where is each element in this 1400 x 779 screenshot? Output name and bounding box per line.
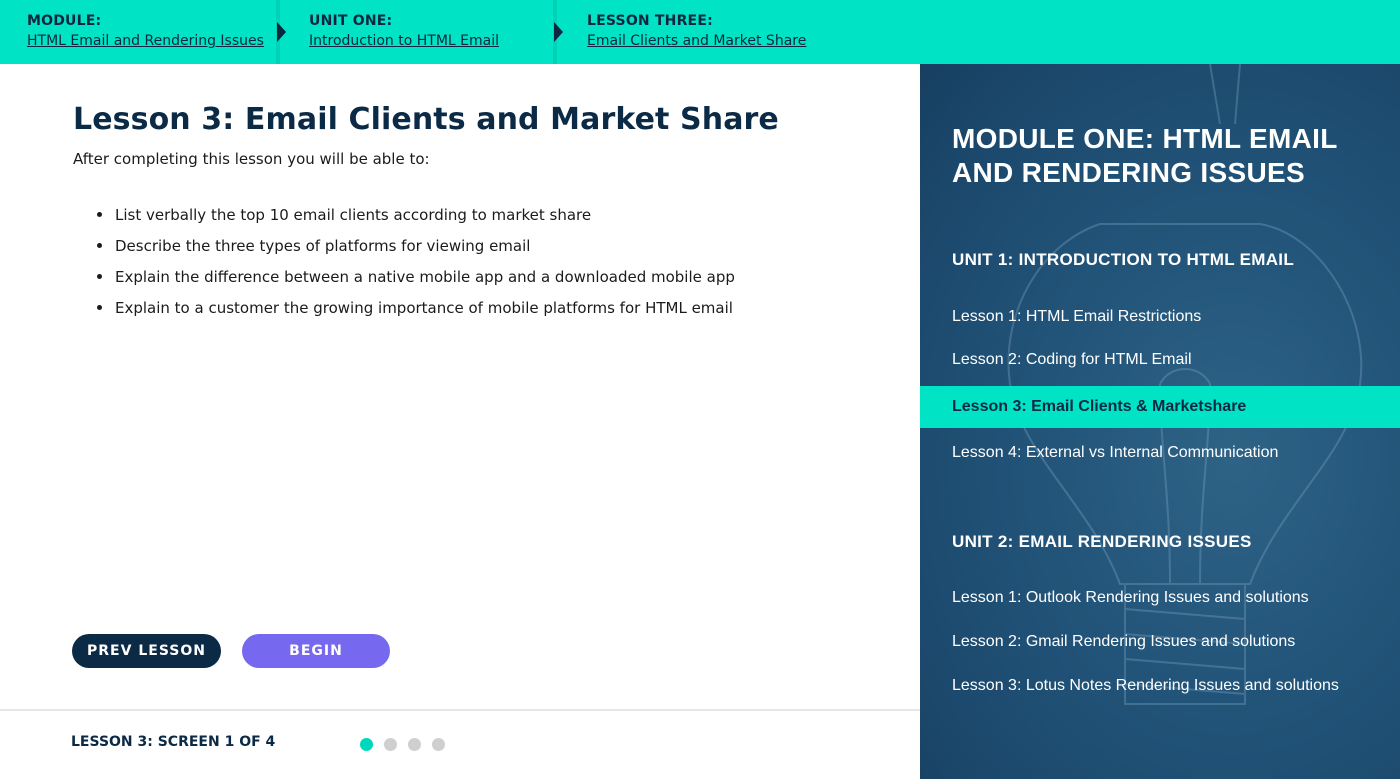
bullet-icon bbox=[97, 212, 102, 217]
screen-counter: LESSON 3: SCREEN 1 OF 4 bbox=[71, 734, 276, 750]
bullet-icon bbox=[97, 305, 102, 310]
bullet-icon bbox=[97, 243, 102, 248]
prev-lesson-button[interactable]: PREV LESSON bbox=[72, 634, 221, 668]
breadcrumb-unit: UNIT ONE: Introduction to HTML Email bbox=[309, 0, 499, 64]
module-title: MODULE ONE: HTML EMAIL AND RENDERING ISS… bbox=[952, 123, 1338, 188]
sidebar-item-unit2-lesson1[interactable]: Lesson 1: Outlook Rendering Issues and s… bbox=[920, 577, 1400, 619]
unit-1-heading: UNIT 1: INTRODUCTION TO HTML EMAIL bbox=[952, 250, 1294, 269]
breadcrumb-module: MODULE: HTML Email and Rendering Issues bbox=[27, 0, 264, 64]
list-item: Explain to a customer the growing import… bbox=[97, 299, 735, 330]
unit-2-heading: UNIT 2: EMAIL RENDERING ISSUES bbox=[952, 532, 1252, 551]
breadcrumb-lesson-link[interactable]: Email Clients and Market Share bbox=[587, 33, 806, 49]
objective-text: Explain the difference between a native … bbox=[115, 268, 735, 286]
breadcrumb-module-kicker: MODULE: bbox=[27, 13, 102, 29]
sidebar-item-unit1-lesson4[interactable]: Lesson 4: External vs Internal Communica… bbox=[920, 432, 1400, 474]
footer-divider bbox=[0, 709, 920, 711]
breadcrumb-separator bbox=[553, 0, 563, 64]
chevron-right-icon bbox=[554, 22, 563, 42]
sidebar-item-unit1-lesson2[interactable]: Lesson 2: Coding for HTML Email bbox=[920, 339, 1400, 381]
pagination-dot-1[interactable] bbox=[360, 738, 373, 751]
sidebar-item-unit1-lesson3[interactable]: Lesson 3: Email Clients & Marketshare bbox=[920, 386, 1400, 428]
breadcrumb-separator bbox=[276, 0, 286, 64]
pagination-dot-2[interactable] bbox=[384, 738, 397, 751]
breadcrumb-lesson: LESSON THREE: Email Clients and Market S… bbox=[587, 0, 806, 64]
lesson-content: Lesson 3: Email Clients and Market Share… bbox=[0, 64, 920, 779]
sidebar-item-unit2-lesson2[interactable]: Lesson 2: Gmail Rendering Issues and sol… bbox=[920, 621, 1400, 663]
objectives-list: List verbally the top 10 email clients a… bbox=[97, 206, 735, 330]
module-sidebar: MODULE ONE: HTML EMAIL AND RENDERING ISS… bbox=[920, 64, 1400, 779]
begin-button[interactable]: BEGIN bbox=[242, 634, 390, 668]
list-item: List verbally the top 10 email clients a… bbox=[97, 206, 735, 237]
lesson-intro: After completing this lesson you will be… bbox=[73, 150, 430, 168]
pagination-dot-4[interactable] bbox=[432, 738, 445, 751]
breadcrumb-module-link[interactable]: HTML Email and Rendering Issues bbox=[27, 33, 264, 49]
objective-text: List verbally the top 10 email clients a… bbox=[115, 206, 592, 224]
breadcrumb-lesson-kicker: LESSON THREE: bbox=[587, 13, 713, 29]
objective-text: Explain to a customer the growing import… bbox=[115, 299, 733, 317]
breadcrumb-bar: MODULE: HTML Email and Rendering Issues … bbox=[0, 0, 1400, 64]
sidebar-item-unit1-lesson1[interactable]: Lesson 1: HTML Email Restrictions bbox=[920, 296, 1400, 338]
bullet-icon bbox=[97, 274, 102, 279]
breadcrumb-unit-link[interactable]: Introduction to HTML Email bbox=[309, 33, 499, 49]
list-item: Explain the difference between a native … bbox=[97, 268, 735, 299]
sidebar-item-unit2-lesson3[interactable]: Lesson 3: Lotus Notes Rendering Issues a… bbox=[920, 665, 1400, 707]
list-item: Describe the three types of platforms fo… bbox=[97, 237, 735, 268]
page-title: Lesson 3: Email Clients and Market Share bbox=[73, 102, 779, 137]
pagination-dot-3[interactable] bbox=[408, 738, 421, 751]
objective-text: Describe the three types of platforms fo… bbox=[115, 237, 531, 255]
breadcrumb-unit-kicker: UNIT ONE: bbox=[309, 13, 393, 29]
pagination-dots bbox=[360, 738, 456, 756]
chevron-right-icon bbox=[277, 22, 286, 42]
